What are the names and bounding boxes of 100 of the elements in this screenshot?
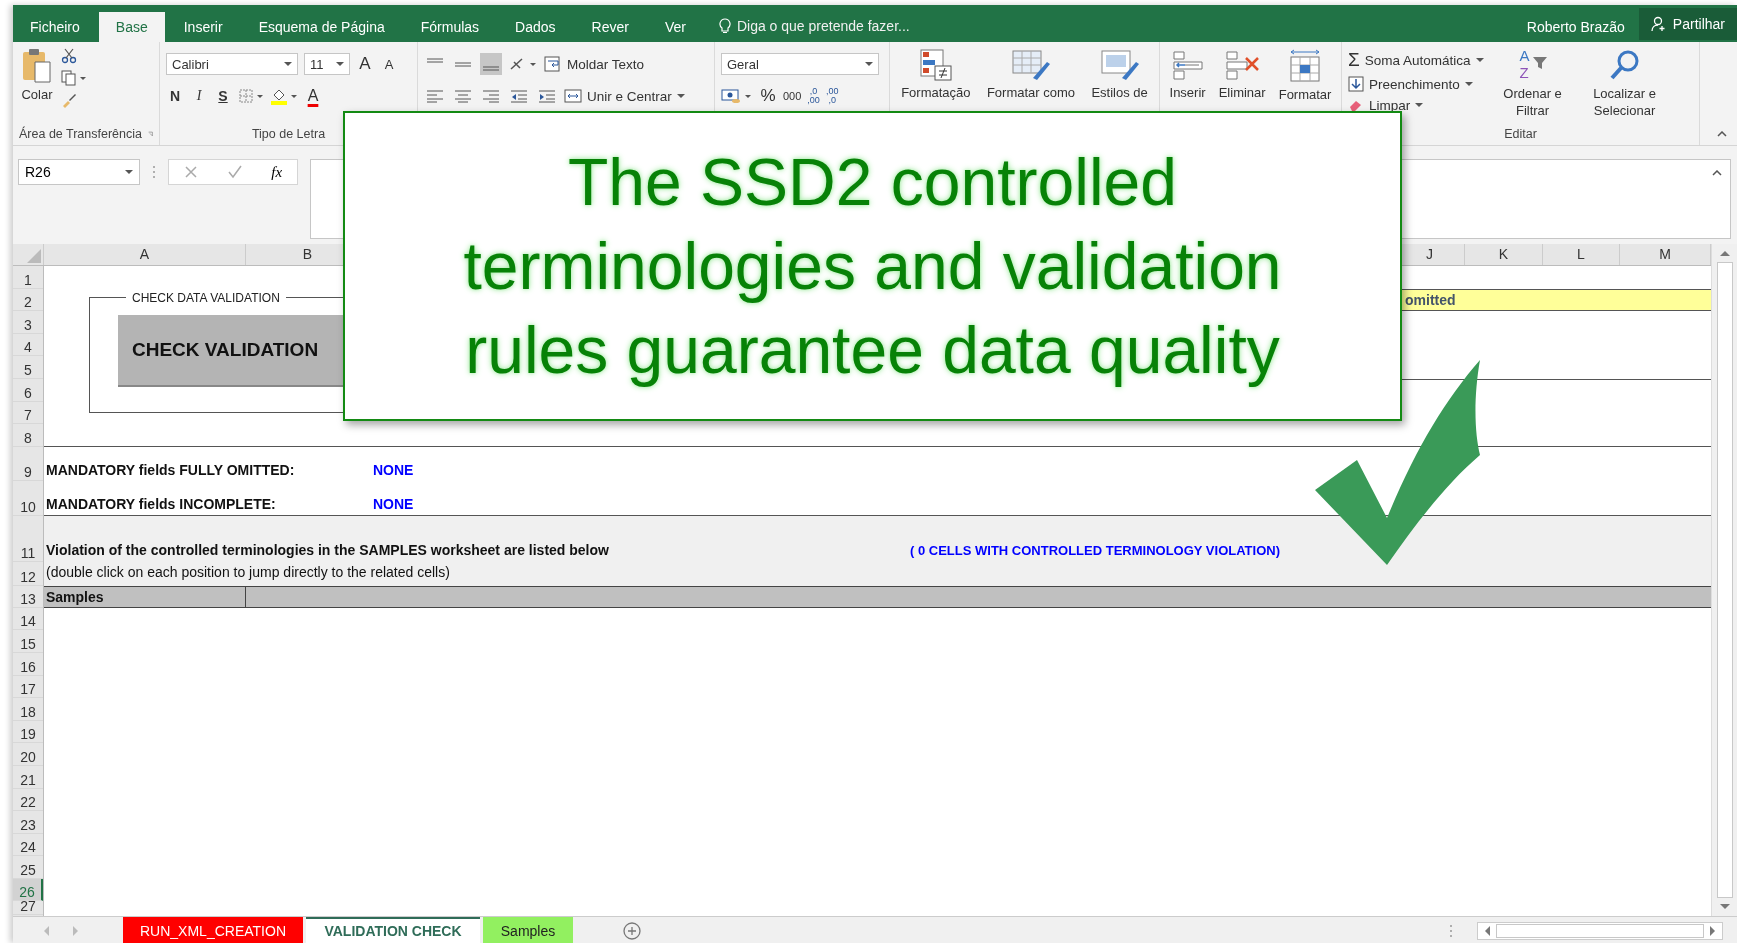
- styles-button[interactable]: Formatação: [899, 46, 973, 102]
- row-header[interactable]: 8: [13, 424, 43, 447]
- wrap-text-button[interactable]: Moldar Texto: [544, 53, 645, 75]
- close-icon[interactable]: [183, 165, 198, 179]
- name-box[interactable]: R26: [18, 159, 140, 185]
- tell-me-field[interactable]: Diga o que pretende fazer...: [734, 10, 939, 42]
- down-arrow-icon[interactable]: [1719, 904, 1730, 910]
- insert-function-button[interactable]: fx: [271, 163, 283, 181]
- vertical-scrollbar[interactable]: [1711, 244, 1737, 916]
- align-left-icon[interactable]: [424, 88, 446, 104]
- decrease-decimal-button[interactable]: ,00 ,0: [825, 87, 839, 105]
- ribbon-tab[interactable]: Dados: [498, 12, 573, 42]
- grow-font-button[interactable]: A: [356, 53, 374, 75]
- sort-filter-button[interactable]: A Z Ordenar e Filtrar: [1489, 46, 1576, 121]
- merge-center-button[interactable]: Unir e Centrar: [564, 85, 685, 107]
- add-sheet-icon[interactable]: [623, 922, 641, 940]
- up-arrow-icon[interactable]: [1719, 250, 1730, 256]
- row-header[interactable]: 15: [13, 630, 43, 653]
- share-button[interactable]: Partilhar: [1638, 8, 1737, 40]
- cells-button[interactable]: Formatar: [1276, 46, 1334, 104]
- autosum-button[interactable]: Σ Soma Automática: [1348, 49, 1484, 71]
- font-size-field[interactable]: 11: [304, 53, 350, 75]
- styles-button[interactable]: Estilos de: [1089, 46, 1150, 102]
- sheet-tab[interactable]: RUN_XML_CREATION: [123, 917, 303, 943]
- column-header[interactable]: L: [1543, 244, 1620, 265]
- copy-icon[interactable]: [61, 70, 87, 86]
- scroll-thumb[interactable]: [1496, 924, 1704, 938]
- row-header[interactable]: 6: [13, 378, 43, 402]
- row-header[interactable]: 7: [13, 401, 43, 425]
- row-header[interactable]: 12: [13, 561, 43, 586]
- brush-icon[interactable]: [61, 92, 77, 108]
- row-header[interactable]: 1: [13, 266, 43, 289]
- currency-icon[interactable]: [721, 88, 753, 104]
- row-header[interactable]: 22: [13, 788, 43, 812]
- row-header[interactable]: 23: [13, 811, 43, 834]
- ribbon-tab[interactable]: Esquema de Página: [241, 12, 402, 42]
- column-header[interactable]: A: [44, 244, 246, 265]
- horizontal-scrollbar[interactable]: [1477, 922, 1723, 940]
- row-header[interactable]: 27: [13, 901, 43, 916]
- row-header[interactable]: 13: [13, 585, 43, 608]
- ribbon-tab[interactable]: Ficheiro: [13, 12, 97, 42]
- drag-handle-icon[interactable]: [1449, 924, 1453, 938]
- orientation-icon[interactable]: [508, 56, 538, 72]
- scroll-thumb[interactable]: [1716, 262, 1733, 898]
- scissors-icon[interactable]: [61, 48, 77, 64]
- align-bottom-icon[interactable]: [480, 53, 502, 75]
- sheet-tab[interactable]: Samples: [483, 917, 573, 943]
- ribbon-tab[interactable]: Fórmulas: [403, 12, 497, 42]
- decrease-indent-icon[interactable]: [508, 88, 530, 104]
- percent-button[interactable]: %: [759, 85, 777, 107]
- row-header[interactable]: 21: [13, 765, 43, 789]
- row-header[interactable]: 9: [13, 446, 43, 482]
- increase-decimal-button[interactable]: ,0 ,00: [807, 87, 820, 105]
- left-arrow-icon[interactable]: [1484, 926, 1490, 936]
- row-header[interactable]: 16: [13, 652, 43, 676]
- bold-button[interactable]: N: [166, 85, 184, 107]
- styles-button[interactable]: Formatar como: [984, 46, 1078, 102]
- row-header[interactable]: 26: [13, 878, 43, 902]
- borders-icon[interactable]: [238, 88, 264, 104]
- align-center-icon[interactable]: [452, 88, 474, 104]
- cells-button[interactable]: Eliminar: [1216, 46, 1268, 102]
- drag-handle-icon[interactable]: [152, 165, 156, 179]
- number-format-field[interactable]: Geral: [721, 53, 879, 75]
- row-header[interactable]: 24: [13, 833, 43, 857]
- dialog-launcher-icon[interactable]: [148, 130, 153, 138]
- collapse-ribbon-icon[interactable]: [1717, 131, 1727, 137]
- clear-button[interactable]: Limpar: [1348, 97, 1484, 113]
- increase-indent-icon[interactable]: [536, 88, 558, 104]
- paste-button[interactable]: Colar: [19, 46, 55, 104]
- cells-button[interactable]: Inserir: [1167, 46, 1208, 102]
- find-select-button[interactable]: Localizar e Selecionar: [1581, 46, 1668, 121]
- row-header[interactable]: 4: [13, 333, 43, 357]
- ribbon-tab[interactable]: Rever: [574, 12, 646, 42]
- row-header[interactable]: 11: [13, 515, 43, 562]
- italic-button[interactable]: I: [190, 85, 208, 107]
- sheet-tab[interactable]: VALIDATION CHECK: [306, 917, 480, 943]
- row-header[interactable]: 5: [13, 356, 43, 379]
- underline-button[interactable]: S: [214, 85, 232, 107]
- font-color-button[interactable]: A: [304, 85, 322, 107]
- row-header[interactable]: 17: [13, 675, 43, 699]
- row-header[interactable]: 14: [13, 607, 43, 631]
- check-icon[interactable]: [227, 165, 242, 179]
- row-header[interactable]: 19: [13, 720, 43, 744]
- ribbon-tab[interactable]: Ver: [647, 12, 703, 42]
- ribbon-tab[interactable]: Inserir: [166, 12, 240, 42]
- row-header[interactable]: 20: [13, 743, 43, 766]
- row-header[interactable]: 25: [13, 856, 43, 879]
- row-header[interactable]: 18: [13, 698, 43, 721]
- fill-button[interactable]: Preenchimento: [1348, 73, 1484, 95]
- column-header[interactable]: K: [1465, 244, 1543, 265]
- right-arrow-icon[interactable]: [1710, 926, 1716, 936]
- row-header[interactable]: 2: [13, 288, 43, 312]
- ribbon-tab[interactable]: Base: [98, 12, 165, 42]
- row-header[interactable]: 10: [13, 481, 43, 516]
- align-right-icon[interactable]: [480, 88, 502, 104]
- row-header[interactable]: 3: [13, 311, 43, 334]
- font-name-field[interactable]: Calibri: [166, 53, 298, 75]
- fill-color-icon[interactable]: [270, 87, 298, 105]
- thousands-button[interactable]: 000: [783, 85, 802, 107]
- shrink-font-button[interactable]: A: [380, 53, 398, 75]
